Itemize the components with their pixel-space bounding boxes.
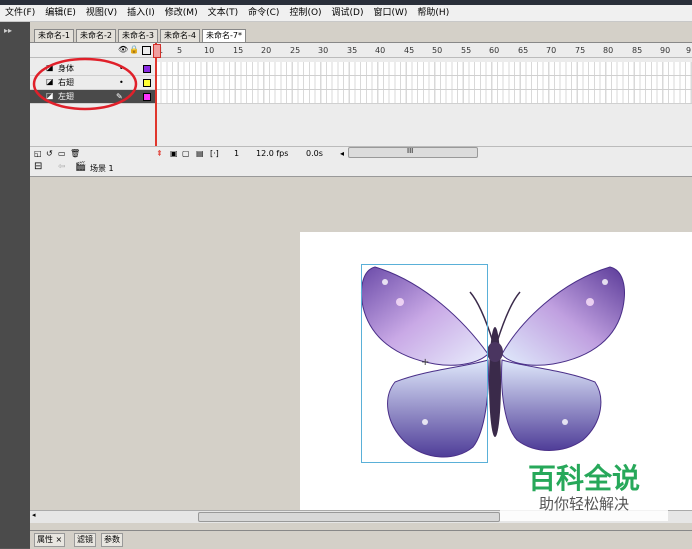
lock-icon[interactable]: 🔒	[129, 45, 139, 54]
frame-tick: 30	[318, 46, 329, 55]
frame-tick: 85	[632, 46, 643, 55]
doc-tab-1[interactable]: 未命名-1	[34, 29, 74, 42]
frame-ruler: 1 5 10 15 20 25 30 35 40 45 50 55 60 65 …	[156, 43, 692, 58]
frame-row-left-wing[interactable]	[156, 90, 692, 104]
frame-tick: 70	[546, 46, 557, 55]
properties-panel: 属性 × 滤镜 参数	[30, 530, 692, 549]
frame-row-body[interactable]	[156, 62, 692, 76]
frame-tick: 15	[233, 46, 244, 55]
scrollbar-grip: III	[407, 147, 414, 155]
frame-tick: 20	[261, 46, 272, 55]
playhead-marker[interactable]	[153, 44, 161, 58]
timeline-toggle-icon[interactable]: ⊟	[34, 161, 42, 172]
menu-help[interactable]: 帮助(H)	[412, 5, 454, 21]
doc-tab-4[interactable]: 未命名-4	[160, 29, 200, 42]
frame-tick: 90	[660, 46, 671, 55]
menu-window[interactable]: 窗口(W)	[369, 5, 413, 21]
menu-view[interactable]: 视图(V)	[81, 5, 122, 21]
watermark-subtitle: 助你轻松解决	[538, 495, 629, 513]
scroll-left-arrow-icon[interactable]: ◂	[340, 149, 344, 158]
frame-tick: 55	[461, 46, 472, 55]
onion-outline-icon[interactable]: ▢	[182, 149, 190, 158]
frame-tick: 50	[432, 46, 443, 55]
doc-tab-3[interactable]: 未命名-3	[118, 29, 158, 42]
frame-row-right-wing[interactable]	[156, 76, 692, 90]
watermark-logo: 百科全说 助你轻松解决	[500, 455, 668, 521]
doc-tab-7-active[interactable]: 未命名-7*	[202, 29, 246, 42]
frame-tick: 65	[518, 46, 529, 55]
frame-tick: 60	[489, 46, 500, 55]
annotation-ellipse	[32, 57, 138, 111]
expand-arrows-icon[interactable]: ▸▸	[4, 26, 12, 35]
menu-bar: 文件(F) 编辑(E) 视图(V) 插入(I) 修改(M) 文本(T) 命令(C…	[0, 5, 692, 22]
frame-tick: 5	[177, 46, 183, 55]
menu-modify[interactable]: 修改(M)	[160, 5, 203, 21]
frame-tick: 9	[686, 46, 692, 55]
onion-skin-icon[interactable]: ▣	[170, 149, 178, 158]
menu-control[interactable]: 控制(O)	[284, 5, 326, 21]
frame-tick: 25	[290, 46, 301, 55]
menu-file[interactable]: 文件(F)	[0, 5, 40, 21]
scroll-left-icon[interactable]: ◂	[32, 511, 36, 519]
menu-insert[interactable]: 插入(I)	[122, 5, 160, 21]
menu-edit[interactable]: 编辑(E)	[40, 5, 81, 21]
registration-point-icon[interactable]: +	[421, 357, 429, 368]
back-arrow-icon[interactable]: ⇦	[58, 162, 66, 172]
document-tabs: 未命名-1 未命名-2 未命名-3 未命名-4 未命名-7*	[30, 28, 692, 43]
layer-color-swatch[interactable]	[143, 65, 151, 73]
layer-color-swatch[interactable]	[143, 79, 151, 87]
menu-debug[interactable]: 调试(D)	[327, 5, 369, 21]
edit-bar: ⊟ ⇦ 🎬 场景 1	[30, 160, 692, 177]
tab-properties[interactable]: 属性 ×	[34, 533, 66, 547]
frame-tick: 80	[603, 46, 614, 55]
tools-panel-collapsed: ▸▸	[0, 22, 31, 548]
watermark-title: 百科全说	[527, 462, 640, 495]
onion-markers-icon[interactable]: [·]	[210, 149, 219, 158]
outline-icon[interactable]	[142, 46, 151, 55]
center-frame-icon[interactable]: ⇞	[156, 149, 163, 158]
frame-rate: 12.0 fps	[256, 149, 289, 158]
frame-tick: 40	[375, 46, 386, 55]
menu-text[interactable]: 文本(T)	[203, 5, 244, 21]
insert-layer-icon[interactable]: ◱	[34, 149, 42, 158]
elapsed-time: 0.0s	[306, 149, 323, 158]
current-frame: 1	[234, 149, 240, 158]
timeline-scrollbar[interactable]: III	[348, 147, 478, 158]
frame-tick: 75	[575, 46, 586, 55]
scrollbar-thumb[interactable]	[198, 512, 500, 522]
doc-tab-2[interactable]: 未命名-2	[76, 29, 116, 42]
insert-folder-icon[interactable]: ▭	[58, 149, 66, 158]
delete-layer-icon[interactable]: 🗑	[70, 149, 80, 158]
scene-icon: 🎬	[75, 162, 87, 172]
frame-tick: 10	[204, 46, 215, 55]
frame-tick: 35	[347, 46, 358, 55]
menu-commands[interactable]: 命令(C)	[243, 5, 284, 21]
tab-filters[interactable]: 滤镜	[74, 533, 96, 547]
layer-color-swatch[interactable]	[143, 93, 151, 101]
frame-tick: 45	[404, 46, 415, 55]
add-guide-icon[interactable]: ↺	[46, 149, 53, 158]
tab-parameters[interactable]: 参数	[101, 533, 123, 547]
eye-icon[interactable]: 👁	[118, 45, 128, 54]
playhead-line[interactable]	[155, 43, 157, 163]
edit-multiple-icon[interactable]: ▤	[196, 149, 204, 158]
scene-label[interactable]: 场景 1	[90, 163, 114, 174]
